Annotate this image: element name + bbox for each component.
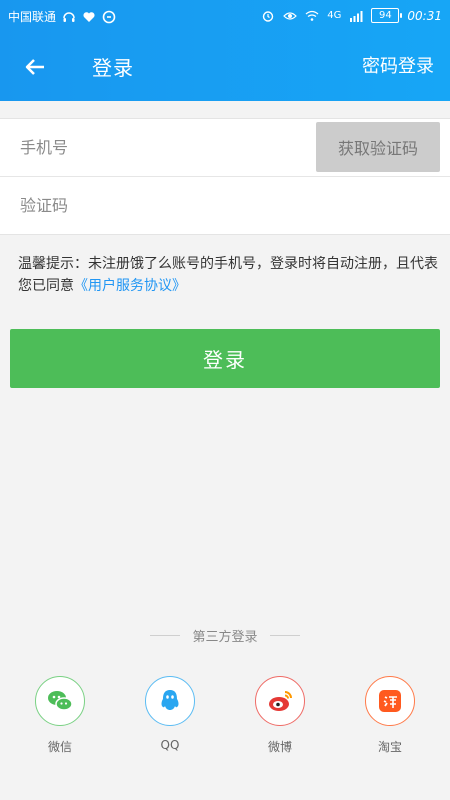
taobao-icon[interactable] xyxy=(365,676,415,726)
tip-text: 温馨提示：未注册饿了么账号的手机号，登录时将自动注册，且代表您已同意《用户服务协… xyxy=(18,253,438,297)
app-icon xyxy=(102,10,116,24)
signal-icon xyxy=(349,9,363,23)
qq-label: QQ xyxy=(160,738,180,752)
status-left: 中国联通 xyxy=(8,8,116,25)
status-bar: 中国联通 4G 94 00:31 xyxy=(0,0,450,32)
third-party-title: 第三方登录 xyxy=(192,629,258,645)
code-input[interactable] xyxy=(18,191,302,223)
get-code-button[interactable]: 获取验证码 xyxy=(316,122,440,172)
eye-icon xyxy=(283,9,298,23)
login-button[interactable]: 登录 xyxy=(10,329,440,388)
taobao-label: 淘宝 xyxy=(377,740,402,754)
taobao-login[interactable]: 淘宝 xyxy=(350,676,430,755)
headphone-icon xyxy=(62,10,76,24)
network-text: 4G xyxy=(327,10,342,21)
service-agreement-link[interactable]: 《用户服务协议》 xyxy=(74,278,186,294)
qq-login[interactable]: QQ xyxy=(130,676,210,752)
status-time: 00:31 xyxy=(407,8,442,23)
wechat-label: 微信 xyxy=(47,740,72,754)
phone-input[interactable] xyxy=(18,133,302,165)
wifi-icon xyxy=(305,9,319,23)
navigation-bar: 登录 密码登录 xyxy=(0,32,450,101)
wechat-login[interactable]: 微信 xyxy=(20,676,100,755)
alarm-icon xyxy=(261,9,275,23)
status-right: 4G 94 00:31 xyxy=(261,8,442,23)
weibo-login[interactable]: 微博 xyxy=(240,676,320,755)
third-party-header: 第三方登录 xyxy=(0,620,450,650)
qq-icon[interactable] xyxy=(145,676,195,726)
carrier-text: 中国联通 xyxy=(8,10,57,24)
weibo-icon[interactable] xyxy=(255,676,305,726)
back-arrow-icon[interactable] xyxy=(20,52,50,82)
phone-row: 获取验证码 xyxy=(0,119,450,177)
divider-left xyxy=(150,634,181,636)
password-login-link[interactable]: 密码登录 xyxy=(362,52,434,78)
top-bar: 中国联通 4G 94 00:31 登录 密码登录 xyxy=(0,0,450,101)
divider-right xyxy=(269,634,300,636)
page-title: 登录 xyxy=(92,56,134,80)
code-row xyxy=(0,177,450,234)
battery-level: 94 xyxy=(379,10,392,21)
third-party-login-options: 微信 QQ 微博 淘宝 xyxy=(0,676,450,766)
heart-icon xyxy=(82,10,96,24)
login-form: 获取验证码 xyxy=(0,118,450,235)
wechat-icon[interactable] xyxy=(35,676,85,726)
weibo-label: 微博 xyxy=(267,740,292,754)
battery-indicator: 94 xyxy=(371,8,403,23)
